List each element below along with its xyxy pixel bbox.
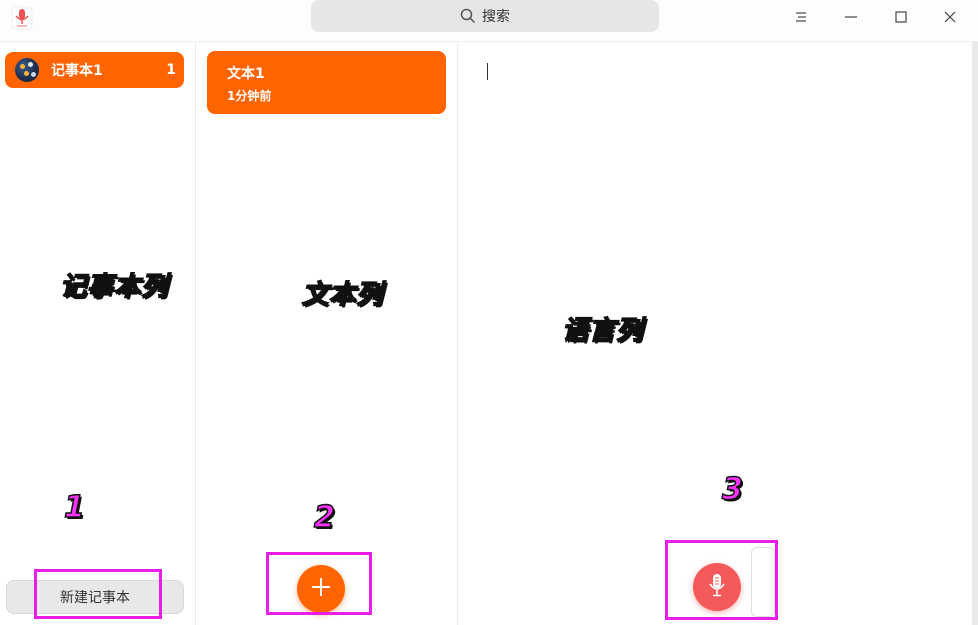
- minimize-button[interactable]: [836, 4, 866, 30]
- annotation-marker-1: 1: [63, 489, 86, 526]
- search-icon: [460, 8, 476, 24]
- annotation-notebook-column: 记事本列: [59, 271, 169, 303]
- maximize-icon: [894, 10, 908, 24]
- notebook-item[interactable]: 记事本1 1: [5, 52, 184, 88]
- notebook-column: 记事本1 1 新建记事本: [0, 42, 196, 625]
- notebook-item-count: 1: [166, 62, 176, 78]
- text-cursor: [487, 63, 488, 80]
- notebook-item-label: 记事本1: [51, 63, 103, 79]
- window-edge: [972, 42, 978, 625]
- annotation-box-2: [266, 552, 372, 615]
- annotation-box-3: [665, 540, 778, 620]
- app-voice-note-icon: [11, 6, 33, 30]
- minimize-icon: [844, 10, 858, 24]
- note-item-time: 1分钟前: [227, 89, 272, 103]
- search-label: 搜索: [482, 9, 510, 25]
- title-bar: 搜索: [0, 0, 978, 42]
- menu-button[interactable]: [786, 4, 816, 30]
- annotation-editor-column: 语言列: [561, 315, 644, 347]
- note-item-title: 文本1: [227, 66, 265, 82]
- annotation-marker-3: 3: [721, 471, 744, 508]
- menu-icon: [794, 11, 808, 23]
- annotation-marker-2: 2: [313, 499, 336, 536]
- annotation-note-column: 文本列: [301, 279, 384, 311]
- note-column: 文本1 1分钟前: [197, 42, 458, 625]
- note-item[interactable]: 文本1 1分钟前: [207, 51, 446, 114]
- close-button[interactable]: [935, 4, 965, 30]
- search-box[interactable]: 搜索: [311, 0, 659, 32]
- notebook-avatar-icon: [15, 58, 39, 82]
- editor-column[interactable]: [459, 42, 978, 625]
- close-icon: [943, 10, 957, 24]
- maximize-button[interactable]: [886, 4, 916, 30]
- annotation-box-1: [34, 569, 162, 619]
